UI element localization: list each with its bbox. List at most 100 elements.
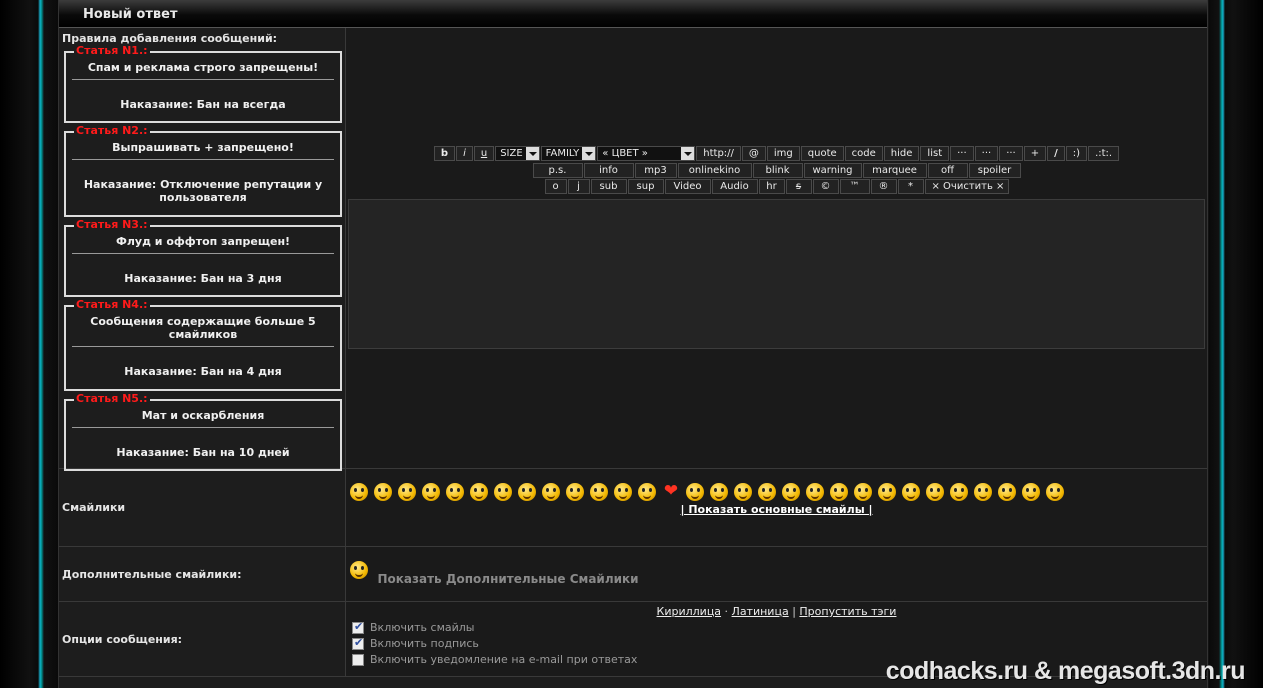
rule-box: Статья N3.: Флуд и оффтоп запрещен! Нака… [64,218,342,297]
smiles-row: Смайлики ❤ | Показать основные смайлы | [59,469,1207,547]
email-notify-checkbox[interactable] [352,653,364,666]
tongue-icon[interactable] [590,483,608,501]
cool-icon[interactable] [1046,483,1064,501]
enable-signature-checkbox[interactable] [352,636,364,650]
show-main-smiles-link[interactable]: | Показать основные смайлы | [346,503,1207,516]
message-textarea[interactable] [348,199,1205,349]
strike-button[interactable]: s [785,179,812,194]
sad-icon[interactable] [374,483,392,501]
email-button[interactable]: @ [741,146,766,161]
justify-button[interactable]: j [567,179,590,194]
trophy-icon[interactable] [1022,483,1040,501]
size-select[interactable]: SIZE [495,146,540,161]
latin-link[interactable]: Латиница [732,605,789,618]
devil-icon[interactable] [974,483,992,501]
img-button[interactable]: img [766,146,800,161]
align-center-button[interactable]: ··· [974,146,999,161]
trademark-button[interactable]: ™ [839,179,870,194]
info-button[interactable]: info [583,163,634,178]
warning-button[interactable]: warning [803,163,862,178]
clear-button[interactable]: × Очистить × [924,179,1009,194]
grin-icon[interactable] [830,483,848,501]
rule-tag: Статья N4.: [74,298,150,311]
video-button[interactable]: Video [664,179,711,194]
skip-tags-link[interactable]: Пропустить тэги [799,605,896,618]
smiles-button[interactable]: :) [1065,146,1088,161]
rule-penalty: Наказание: Бан на 10 дней [116,446,290,459]
translit-links: Кириллица · Латиница | Пропустить тэги [346,605,1207,618]
overline-button[interactable]: o [544,179,567,194]
neutral-icon[interactable] [446,483,464,501]
rule-text: Сообщения содержащие больше 5 смайликов [72,315,334,347]
wave-icon[interactable] [806,483,824,501]
gun-icon[interactable] [902,483,920,501]
option-enable-smiles[interactable]: Включить смайлы [352,620,1207,634]
thinking-icon [350,561,368,579]
enable-smiles-checkbox[interactable] [352,620,364,634]
hide-button[interactable]: hide [883,146,920,161]
list-button[interactable]: list [920,146,950,161]
wink-icon[interactable] [566,483,584,501]
rule-text: Спам и реклама строго запрещены! [72,61,334,80]
copyright-button[interactable]: © [812,179,839,194]
hr-button[interactable]: hr [758,179,785,194]
reading-icon[interactable] [470,483,488,501]
registered-button[interactable]: ® [870,179,897,194]
option-label: Включить уведомление на e-mail при ответ… [370,653,638,666]
whistle-icon[interactable] [614,483,632,501]
help-icon[interactable] [686,483,704,501]
code-button[interactable]: code [844,146,883,161]
option-label: Включить подпись [370,637,479,650]
rule-text: Мат и оскарбления [72,409,334,428]
rule-penalty: Наказание: Бан на всегда [120,98,286,111]
rule-box: Статья N4.: Сообщения содержащие больше … [64,298,342,391]
onlinekino-button[interactable]: onlinekino [677,163,752,178]
sup-button[interactable]: sup [627,179,664,194]
confused-icon[interactable] [878,483,896,501]
options-label: Опции сообщения: [59,602,346,676]
bold-button[interactable]: b [433,146,456,161]
close-tags-button[interactable]: / [1047,146,1065,161]
dizzy-icon[interactable] [782,483,800,501]
cry-icon[interactable] [638,483,656,501]
happy-icon[interactable] [758,483,776,501]
spoiler-button[interactable]: spoiler [968,163,1021,178]
smile-icon[interactable] [350,483,368,501]
extra-smiles-label: Дополнительные смайлики: [59,547,346,601]
king-icon[interactable] [710,483,728,501]
ps-button[interactable]: p.s. [532,163,583,178]
mad-icon[interactable] [950,483,968,501]
underline-button[interactable]: u [473,146,495,161]
cyrillic-link[interactable]: Кириллица [657,605,722,618]
heart-icon[interactable]: ❤ [662,483,680,500]
rule-tag: Статья N5.: [74,392,150,405]
shocked-icon[interactable] [518,483,536,501]
show-extra-smiles-link[interactable]: Показать Дополнительные Смайлики [378,572,639,586]
chevron-down-icon [582,147,596,160]
marquee-button[interactable]: marquee [862,163,927,178]
blink-button[interactable]: blink [752,163,803,178]
audio-button[interactable]: Audio [711,179,758,194]
off-button[interactable]: off [927,163,968,178]
family-select[interactable]: FAMILY [540,146,597,161]
rooster-icon[interactable] [926,483,944,501]
italic-button[interactable]: i [456,146,473,161]
laugh-icon[interactable] [398,483,416,501]
sub-button[interactable]: sub [590,179,627,194]
nerd-icon[interactable] [494,483,512,501]
scared-icon[interactable] [542,483,560,501]
surprised-icon[interactable] [854,483,872,501]
option-enable-signature[interactable]: Включить подпись [352,636,1207,650]
party-icon[interactable] [998,483,1016,501]
magnifier-icon[interactable] [734,483,752,501]
mp3-button[interactable]: mp3 [634,163,677,178]
translit-button[interactable]: .:t:. [1088,146,1120,161]
align-left-button[interactable]: ··· [950,146,974,161]
angry-icon[interactable] [422,483,440,501]
asterisk-button[interactable]: * [897,179,924,194]
url-button[interactable]: http:// [696,146,741,161]
quote-button[interactable]: quote [800,146,844,161]
color-select[interactable]: « ЦВЕТ » [597,146,696,161]
align-right-button[interactable]: ··· [999,146,1023,161]
list-item-button[interactable]: + [1023,146,1047,161]
